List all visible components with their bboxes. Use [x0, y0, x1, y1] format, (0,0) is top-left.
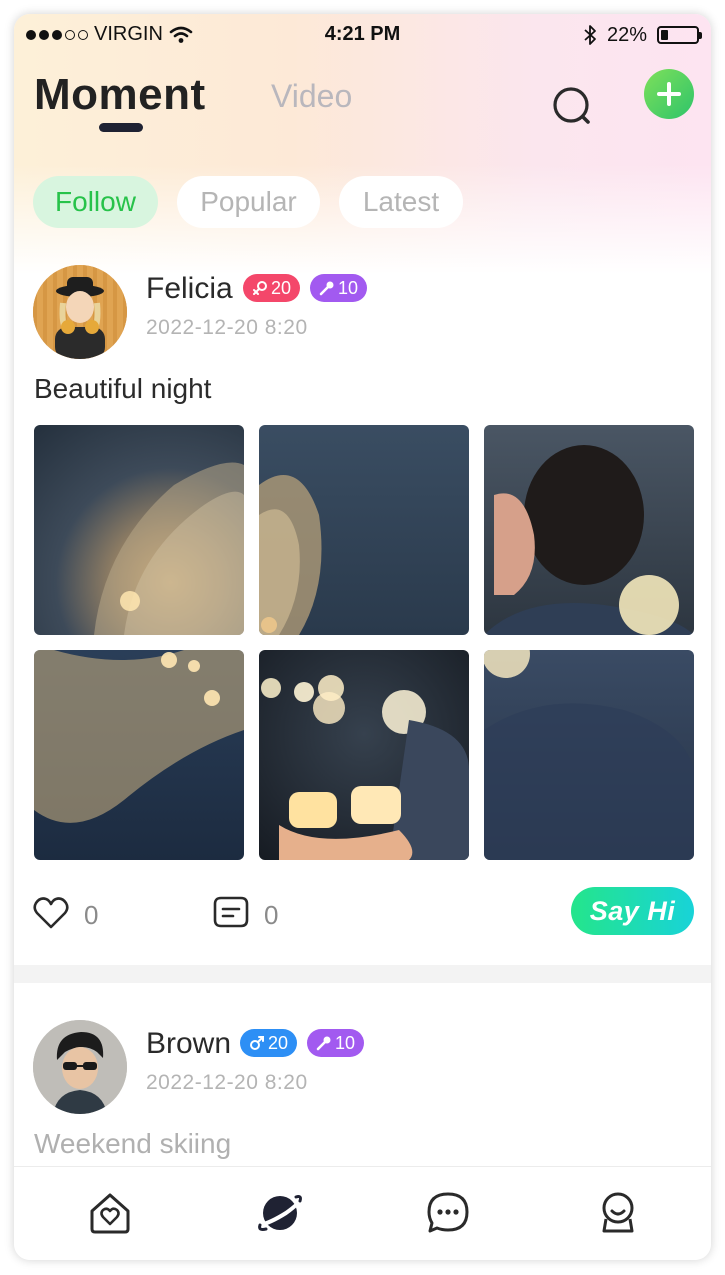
- avatar-image: [33, 265, 127, 359]
- battery-percent: 22%: [606, 23, 647, 46]
- gender-badge: 20: [243, 274, 301, 302]
- comment-icon[interactable]: [213, 896, 249, 930]
- planet-icon[interactable]: [256, 1189, 304, 1237]
- photo-image: [94, 462, 244, 635]
- female-icon: [253, 281, 267, 295]
- filter-latest[interactable]: Latest: [339, 176, 463, 228]
- photo-thumbnail[interactable]: [484, 650, 694, 860]
- avatar-image: [33, 1020, 127, 1114]
- photo-grid: [34, 425, 694, 861]
- microphone-icon: [319, 281, 334, 296]
- gender-badge-value: 20: [271, 277, 292, 298]
- chat-icon[interactable]: [424, 1189, 472, 1237]
- tab-video[interactable]: Video: [271, 78, 352, 115]
- plus-icon: [657, 82, 681, 106]
- top-navigation: Moment Video: [14, 66, 711, 156]
- username[interactable]: Felicia: [146, 272, 233, 306]
- photo-thumbnail[interactable]: [259, 650, 469, 860]
- photo-thumbnail[interactable]: [34, 650, 244, 860]
- photo-image: [484, 650, 694, 860]
- post-time: 2022-12-20 8:20: [146, 316, 308, 339]
- avatar[interactable]: [33, 265, 127, 359]
- avatar[interactable]: [33, 1020, 127, 1114]
- post-time: 2022-12-20 8:20: [146, 1071, 308, 1094]
- post-text: Beautiful night: [34, 373, 212, 404]
- heart-icon[interactable]: [33, 896, 69, 930]
- male-icon: [250, 1036, 264, 1050]
- photo-thumbnail[interactable]: [34, 425, 244, 635]
- bottom-tab-bar: [14, 1166, 711, 1260]
- search-icon[interactable]: [550, 84, 594, 128]
- photo-thumbnail[interactable]: [484, 425, 694, 635]
- photo-image: [484, 445, 694, 635]
- level-badge-value: 10: [338, 277, 359, 298]
- microphone-icon: [316, 1036, 331, 1051]
- gender-badge-value: 20: [268, 1032, 289, 1053]
- filter-follow[interactable]: Follow: [33, 176, 158, 228]
- level-badge: 10: [307, 1029, 365, 1057]
- comment-count: 0: [264, 900, 279, 930]
- battery-icon: [657, 26, 702, 44]
- active-tab-indicator: [99, 123, 143, 132]
- post-divider: [14, 965, 711, 983]
- level-badge: 10: [310, 274, 368, 302]
- photo-image: [34, 650, 244, 823]
- photo-image: [259, 475, 322, 635]
- phone-screen: VIRGIN 4:21 PM 22% Moment Video Follow P…: [14, 14, 711, 1260]
- level-badge-value: 10: [335, 1032, 356, 1053]
- filter-popular[interactable]: Popular: [177, 176, 320, 228]
- photo-thumbnail[interactable]: [259, 425, 469, 635]
- profile-icon[interactable]: [594, 1189, 642, 1237]
- home-heart-icon[interactable]: [86, 1189, 134, 1237]
- username[interactable]: Brown: [146, 1027, 231, 1061]
- gender-badge: 20: [240, 1029, 298, 1057]
- photo-image: [261, 675, 469, 860]
- bluetooth-icon: [584, 25, 596, 45]
- add-post-button[interactable]: [644, 69, 694, 119]
- tab-moment[interactable]: Moment: [34, 70, 206, 120]
- say-hi-button[interactable]: Say Hi: [571, 887, 694, 935]
- like-count: 0: [84, 900, 99, 930]
- post-text: Weekend skiing: [34, 1128, 232, 1159]
- battery-level: [661, 30, 668, 40]
- status-bar: VIRGIN 4:21 PM 22%: [14, 14, 711, 56]
